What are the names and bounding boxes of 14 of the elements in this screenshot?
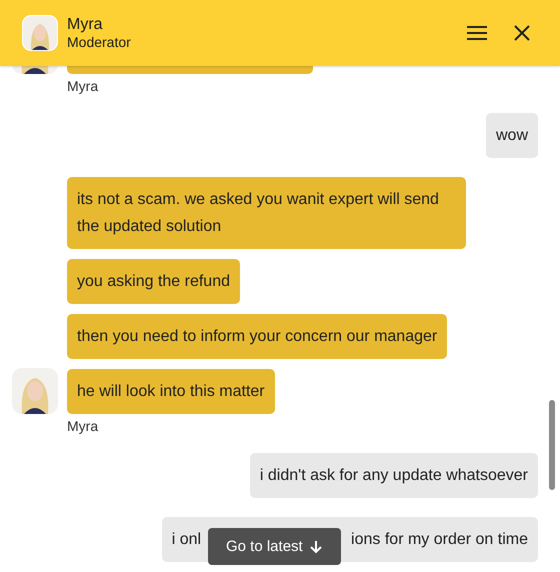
arrow-down-icon xyxy=(308,540,323,554)
go-to-latest-button[interactable]: Go to latest xyxy=(208,528,341,565)
message-bubble: then you need to inform your concern our manager xyxy=(67,314,448,359)
message-bubble: wow xyxy=(486,113,538,158)
message-bubble: he will look into this matter xyxy=(67,369,275,414)
sender-name: Myra xyxy=(67,418,100,434)
sender-name: Myra xyxy=(67,78,100,94)
menu-icon[interactable] xyxy=(467,25,487,41)
contact-role: Moderator xyxy=(67,34,132,50)
message-bubble: you asking the refund xyxy=(67,259,240,304)
contact-name: Myra xyxy=(67,16,104,34)
message-bubble: i didn't ask for any update whatsoever xyxy=(250,453,538,498)
close-icon[interactable] xyxy=(514,25,530,41)
message-bubble: its not a scam. we asked you wanit expert will send the updated solution xyxy=(67,177,466,249)
